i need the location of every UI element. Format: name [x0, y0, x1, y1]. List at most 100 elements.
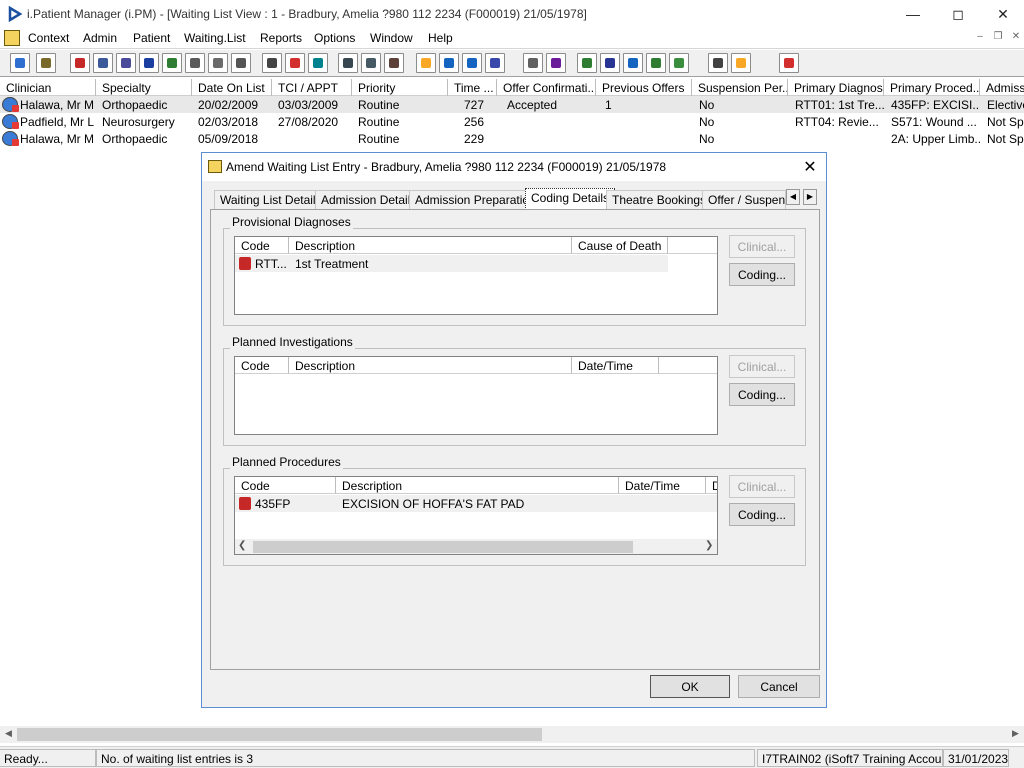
m-letter-icon[interactable]: [139, 53, 159, 73]
column-header-primary-procedure[interactable]: Primary Proced...: [884, 79, 980, 96]
procedures-coding-button[interactable]: Coding...: [729, 503, 795, 526]
column-header-previous-offers[interactable]: Previous Offers: [596, 79, 692, 96]
notepad-icon[interactable]: [4, 30, 20, 46]
tab-admission-preparation[interactable]: Admission Preparation: [409, 190, 542, 210]
tab-coding-details[interactable]: Coding Details: [525, 188, 616, 210]
tab-scroll-left-icon[interactable]: ◀: [786, 189, 800, 205]
scroll-left-icon[interactable]: ◀: [0, 728, 17, 741]
column-header-tci-appt[interactable]: TCI / APPT: [272, 79, 352, 96]
menu-context[interactable]: Context: [28, 31, 69, 45]
swap-icon[interactable]: [708, 53, 728, 73]
column-header-code[interactable]: Code: [235, 477, 336, 494]
tab-scroll-right-icon[interactable]: ▶: [803, 189, 817, 205]
column-header-d[interactable]: D: [706, 477, 717, 494]
procedures-clinical-button[interactable]: Clinical...: [729, 475, 795, 498]
column-header-code[interactable]: Code: [235, 357, 289, 374]
diagnoses-clinical-button[interactable]: Clinical...: [729, 235, 795, 258]
tab-offer-suspend[interactable]: Offer / Suspend: [702, 190, 786, 210]
planned-procedures-list[interactable]: Code Description Date/Time D 435FP EXCIS…: [234, 476, 718, 555]
menu-options[interactable]: Options: [314, 31, 355, 45]
tab-admission-details[interactable]: Admission Details: [315, 190, 423, 210]
investigations-clinical-button[interactable]: Clinical...: [729, 355, 795, 378]
patient-card-icon[interactable]: [485, 53, 505, 73]
page-icon[interactable]: [523, 53, 543, 73]
dialog-close-icon[interactable]: ✕: [798, 157, 822, 177]
table-row[interactable]: Halawa, Mr M Orthopaedic 05/09/2018 Rout…: [0, 130, 1024, 147]
provisional-diagnoses-list[interactable]: Code Description Cause of Death RTT... 1…: [234, 236, 718, 315]
scrollbar-thumb[interactable]: [17, 728, 542, 741]
transfer-icon[interactable]: [462, 53, 482, 73]
menu-patient[interactable]: Patient: [133, 31, 170, 45]
calculator-icon[interactable]: [116, 53, 136, 73]
mdi-restore-icon[interactable]: ❐: [990, 31, 1006, 45]
investigations-coding-button[interactable]: Coding...: [729, 383, 795, 406]
cancel-button[interactable]: Cancel: [738, 675, 820, 698]
tab-theatre-bookings[interactable]: Theatre Bookings: [606, 190, 713, 210]
form-icon[interactable]: [185, 53, 205, 73]
column-header-code[interactable]: Code: [235, 237, 289, 254]
procedures-horizontal-scrollbar[interactable]: ❮ ❯: [235, 539, 717, 554]
document-stack-icon[interactable]: [93, 53, 113, 73]
column-header-priority[interactable]: Priority: [352, 79, 448, 96]
column-header-clinician[interactable]: Clinician: [0, 79, 96, 96]
column-header-description[interactable]: Description: [289, 357, 572, 374]
warning-icon[interactable]: [731, 53, 751, 73]
menu-window[interactable]: Window: [370, 31, 413, 45]
record-icon[interactable]: [384, 53, 404, 73]
green-check-icon[interactable]: [669, 53, 689, 73]
menu-help[interactable]: Help: [428, 31, 453, 45]
minimize-button[interactable]: —: [890, 2, 936, 26]
column-header-cause-of-death[interactable]: Cause of Death: [572, 237, 668, 254]
maximize-button[interactable]: ◻: [935, 2, 981, 26]
column-header-admission[interactable]: Admissi: [980, 79, 1024, 96]
cancel-document-icon[interactable]: [262, 53, 282, 73]
bar-chart-icon[interactable]: [546, 53, 566, 73]
horizontal-scrollbar[interactable]: ◀ ▶: [0, 726, 1024, 743]
column-header-date-on-list[interactable]: Date On List: [192, 79, 272, 96]
menu-admin[interactable]: Admin: [83, 31, 117, 45]
mdi-minimize-icon[interactable]: –: [972, 31, 988, 45]
scroll-right-icon[interactable]: ▶: [1007, 728, 1024, 741]
clock-icon[interactable]: [285, 53, 305, 73]
planned-investigations-list[interactable]: Code Description Date/Time: [234, 356, 718, 435]
column-header-description[interactable]: Description: [336, 477, 619, 494]
tab-waiting-list-details[interactable]: Waiting List Details: [214, 190, 328, 210]
diagnoses-coding-button[interactable]: Coding...: [729, 263, 795, 286]
check-document-icon[interactable]: [600, 53, 620, 73]
book-icon[interactable]: [70, 53, 90, 73]
menu-waiting-list[interactable]: Waiting.List: [184, 31, 246, 45]
close-button[interactable]: ✕: [980, 2, 1024, 26]
person-icon[interactable]: [162, 53, 182, 73]
menu-reports[interactable]: Reports: [260, 31, 302, 45]
column-header-primary-diagnosis[interactable]: Primary Diagnosis: [788, 79, 884, 96]
column-header-description[interactable]: Description: [289, 237, 572, 254]
scroll-left-icon[interactable]: ❮: [238, 540, 246, 551]
list-item[interactable]: 435FP EXCISION OF HOFFA'S FAT PAD: [235, 495, 717, 512]
edit-list-icon[interactable]: [439, 53, 459, 73]
globe-icon[interactable]: [577, 53, 597, 73]
column-header-date-time[interactable]: Date/Time: [619, 477, 706, 494]
user-search-icon[interactable]: [10, 53, 30, 73]
column-header-date-time[interactable]: Date/Time: [572, 357, 659, 374]
mail-icon[interactable]: [208, 53, 228, 73]
report-edit-icon[interactable]: [361, 53, 381, 73]
printer-icon[interactable]: [36, 53, 56, 73]
column-header-time[interactable]: Time ...: [448, 79, 497, 96]
exit-icon[interactable]: [779, 53, 799, 73]
column-header-specialty[interactable]: Specialty: [96, 79, 192, 96]
column-header-suspension-period[interactable]: Suspension Per...: [692, 79, 788, 96]
table-row[interactable]: Padfield, Mr L Neurosurgery 02/03/2018 2…: [0, 113, 1024, 130]
table-row[interactable]: Halawa, Mr M Orthopaedic 20/02/2009 03/0…: [0, 96, 1024, 113]
list-item[interactable]: RTT... 1st Treatment: [235, 255, 668, 272]
ok-button[interactable]: OK: [650, 675, 730, 698]
envelope-icon[interactable]: [231, 53, 251, 73]
column-header-offer-confirmation[interactable]: Offer Confirmati...: [497, 79, 596, 96]
green-flag-icon[interactable]: [646, 53, 666, 73]
mdi-close-icon[interactable]: ✕: [1008, 31, 1024, 45]
scroll-right-icon[interactable]: ❯: [705, 540, 713, 551]
scrollbar-thumb[interactable]: [253, 541, 633, 553]
approve-icon[interactable]: [623, 53, 643, 73]
report-icon[interactable]: [338, 53, 358, 73]
monitor-icon[interactable]: [308, 53, 328, 73]
notes-icon[interactable]: [416, 53, 436, 73]
